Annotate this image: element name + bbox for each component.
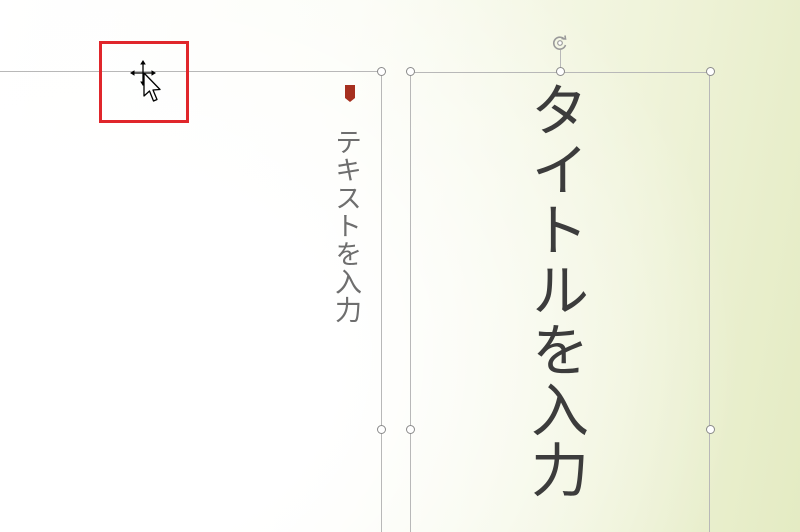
title-resize-handle-top-left[interactable] [406, 67, 415, 76]
title-resize-handle-middle-right[interactable] [706, 425, 715, 434]
body-placeholder-resize-handle-top-right[interactable] [377, 67, 386, 76]
body-placeholder-right-border[interactable] [381, 72, 382, 532]
move-cursor-icon [130, 60, 161, 102]
title-resize-handle-middle-left[interactable] [406, 425, 415, 434]
rotation-stem [560, 50, 561, 68]
title-resize-handle-top-right[interactable] [706, 67, 715, 76]
body-placeholder-resize-handle-middle-right[interactable] [377, 425, 386, 434]
body-placeholder-text[interactable]: テキストを入力 [330, 128, 361, 324]
title-resize-handle-top-center[interactable] [556, 67, 565, 76]
title-placeholder-text[interactable]: タイトルを入力 [521, 80, 589, 500]
body-placeholder-top-border[interactable] [0, 71, 383, 72]
slide-canvas[interactable]: テキストを入力 タイトルを入力 [0, 0, 800, 532]
bullet-marker-icon [345, 85, 355, 102]
rotate-handle-icon[interactable] [551, 34, 569, 52]
